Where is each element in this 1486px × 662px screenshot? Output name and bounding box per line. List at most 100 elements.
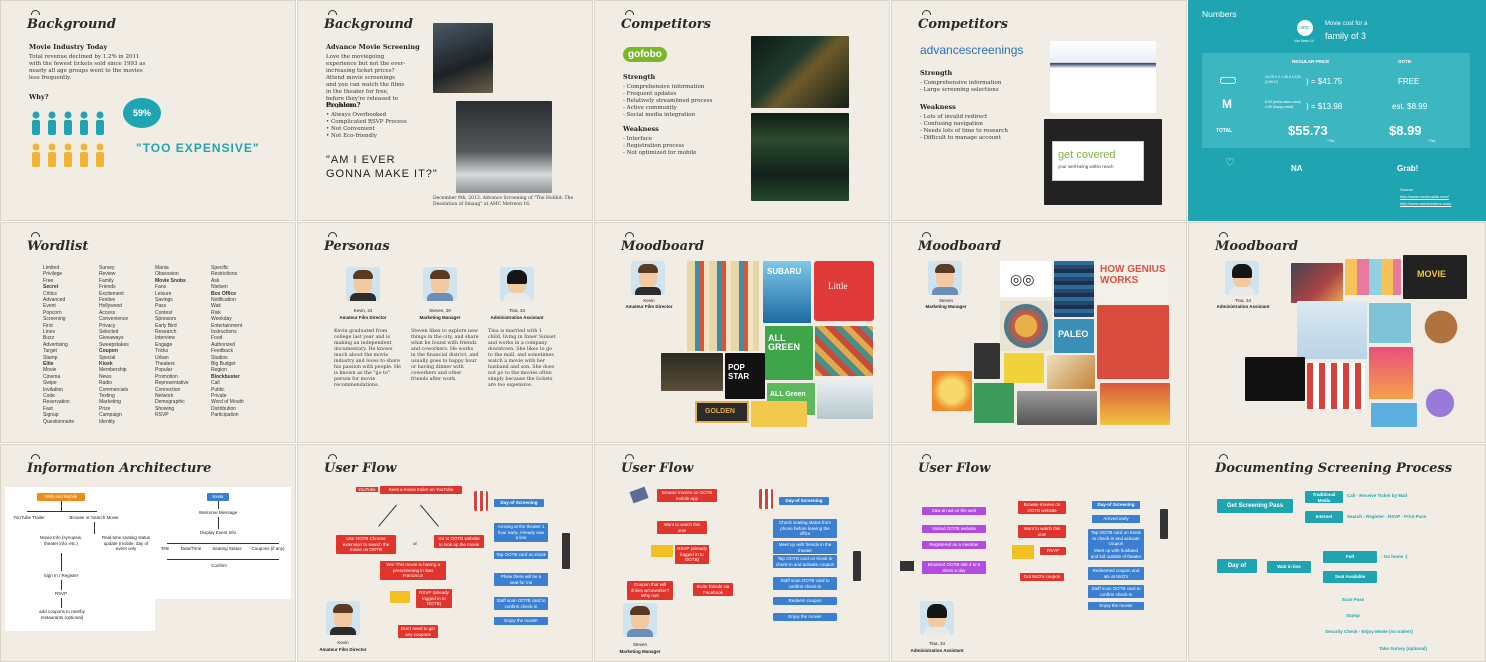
day-step-3: Meet up with husband and kid outside of …	[1088, 547, 1144, 560]
slide-user-flow-kevin[interactable]: User Flow YouTube Sees a movie trailer o…	[297, 444, 593, 662]
wordlist-word: Early Bird	[155, 322, 177, 329]
gofobo-screenshot-1	[751, 36, 849, 108]
wordlist-word: Savings	[155, 297, 173, 303]
day-step-5: Redeem coupon	[773, 597, 837, 605]
mood-image-redtiles	[1097, 305, 1169, 379]
connector	[378, 504, 397, 527]
slide-numbers[interactable]: Numbers amc Van Ness 14 Movie cost for a…	[1188, 0, 1486, 221]
mood-image-popstar: POP STAR	[725, 353, 765, 399]
paleo-text: PALEO	[1058, 329, 1089, 339]
wordlist-word: Cinema	[43, 373, 61, 380]
gofobo-screenshot-2	[751, 113, 849, 201]
wordlist-word: Selected	[99, 329, 119, 335]
mood-image-allgreen: ALL GREEN	[765, 326, 813, 380]
slide-title: Documenting Screening Process	[1215, 461, 1453, 476]
slide-competitors-2[interactable]: Competitors advancescreenings Strength -…	[891, 0, 1187, 221]
amc-location: Van Ness 14	[1294, 39, 1314, 43]
node-display-event: Display Event Info	[199, 530, 237, 535]
traditional-media-text: Call - Receive Ticket by Mail	[1347, 493, 1407, 498]
slide-background-2[interactable]: Background Advance Movie Screening Love …	[297, 0, 593, 221]
persona-1-bio: Kevin graduated from college last year a…	[334, 329, 401, 388]
day-of-header: Day-of Screening	[494, 499, 544, 507]
mood-image-yellow	[1004, 353, 1044, 383]
source-link-1[interactable]: http://www.mcdonalds.com/	[1400, 194, 1449, 199]
weakness-2: - Confusing navigation	[920, 121, 983, 127]
persona-role: Amateur Film Director	[625, 304, 673, 309]
strength-2: - Large screening selections	[920, 87, 999, 93]
node-coupons-if-any: Coupons (if any)	[251, 546, 285, 551]
day-step-1: Arriving at the theater 1 hour early. Al…	[494, 523, 548, 542]
node-datetime: Date/Time	[180, 546, 202, 551]
wordlist-word: Urban	[155, 354, 169, 361]
flow-website: Go to OOTB website to look up the movie	[434, 535, 484, 548]
subaru-text: SUBARU	[767, 267, 802, 276]
flow-browsed: Browsed OOTB site 4 to 5 times a day	[922, 561, 986, 574]
persona-2-bio: Steven likes to explore new things in th…	[411, 329, 479, 382]
wordlist-word: Secret	[43, 284, 59, 291]
slide-user-flow-tina[interactable]: User Flow Saw an ad on the web Visited O…	[891, 444, 1187, 662]
wordlist-word: Nielsen	[211, 284, 228, 291]
mood-image-popcorn-box	[1307, 363, 1365, 409]
wordlist-word: Advanced	[43, 297, 66, 303]
wordlist-word: Review	[99, 271, 116, 278]
mood-image-tiles	[815, 326, 873, 376]
wordlist-word: Demographic	[155, 399, 185, 406]
ia-kiosk-panel: Kiosk Welcome Message Display Event Info…	[155, 487, 291, 599]
weakness-3: - Not optimized for mobile	[623, 150, 697, 156]
day-step-1: Check seating status from phone before l…	[773, 519, 837, 538]
row2-calc: 8.99 (extra value meal) 4.99 (happy meal…	[1265, 100, 1301, 109]
wordlist-word: Radio	[99, 380, 113, 387]
persona-name: Steven	[938, 298, 953, 303]
wordlist-word: Call	[211, 380, 220, 387]
smile-ornament-icon	[31, 454, 40, 459]
wordlist-word: Signup	[43, 412, 59, 419]
kiosk-label: Kiosk	[207, 493, 229, 501]
slide-competitors-1[interactable]: Competitors gofobo Strength - Comprehens…	[594, 0, 890, 221]
wordlist-word: Big Budget	[211, 361, 236, 367]
slide-information-architecture[interactable]: Information Architecture Web and Mobile …	[0, 444, 296, 662]
ticket-icon	[390, 591, 410, 603]
security-check: Security Check - Enjoy Movie (no trailer…	[1325, 629, 1413, 634]
full-text: - Go home :(	[1381, 554, 1408, 559]
popstar-text: POP STAR	[728, 363, 750, 381]
mood-image-cupcakes	[1345, 259, 1401, 295]
amc-logo: amc	[1297, 20, 1313, 36]
wordlist-word: Instructions	[211, 329, 237, 335]
flow-mcd-coupon: Got McD's coupon	[1020, 573, 1064, 581]
avatar-tina	[500, 267, 534, 301]
slide-background-1[interactable]: Background Movie Industry Today Total re…	[0, 0, 296, 221]
slide-user-flow-steven[interactable]: User Flow Browse movies on OOTB mobile a…	[594, 444, 890, 662]
day-step-4: Redeemed coupon and ate at McD's	[1088, 567, 1144, 580]
mood-image-movie-sign: MOVIE	[1403, 255, 1467, 299]
wordlist-word: Specific	[211, 265, 229, 271]
slide-moodboard-steven[interactable]: Moodboard Steven Marketing Manager ◎◎ HO…	[891, 222, 1187, 443]
mood-image-toys	[1291, 263, 1343, 303]
web-mobile-label: Web and Mobile	[37, 493, 85, 501]
family-label: family of 3	[1325, 31, 1367, 41]
slide-moodboard-tina[interactable]: Moodboard Tina, 34 Administration Assist…	[1188, 222, 1486, 443]
wordlist-word: Food	[211, 335, 223, 342]
source-link-2[interactable]: http://www.amctheatres.com/	[1400, 201, 1451, 206]
mood-image-subaru: SUBARU	[763, 261, 811, 323]
ticket-icon	[1012, 545, 1034, 559]
wordlist-word: Obsession	[155, 271, 179, 278]
day-step-6: Enjoy the movie!	[773, 613, 837, 621]
problem-2: • Complicated RSVP Process	[326, 119, 407, 125]
smile-ornament-icon	[625, 454, 634, 459]
avatar-kevin	[631, 261, 665, 295]
slide-personas[interactable]: Personas Kevin, 24 Amateur Film Director…	[297, 222, 593, 443]
ad-icon	[900, 561, 914, 571]
persona-3-name: Tina, 34	[508, 308, 526, 313]
connector	[218, 501, 219, 509]
scan-pass: Scan Pass	[1341, 597, 1365, 602]
allgreen2-text: ALL Green	[770, 391, 806, 398]
wordlist-word: Wait	[211, 303, 221, 310]
wordlist-word: Showing	[155, 405, 175, 412]
day-step-5: Enjoy the movie!	[494, 617, 548, 625]
slide-documenting-process[interactable]: Documenting Screening Process Get Screen…	[1188, 444, 1486, 662]
slide-moodboard-kevin[interactable]: Moodboard Kevin Amateur Film Director SU…	[594, 222, 890, 443]
wordlist-word: Popular	[155, 367, 173, 374]
persona-name: Tina, 34	[1234, 298, 1252, 303]
wordlist-word: Pass	[155, 303, 167, 310]
slide-wordlist[interactable]: Wordlist Limited Privilege Free Secret Criti…	[0, 222, 296, 443]
